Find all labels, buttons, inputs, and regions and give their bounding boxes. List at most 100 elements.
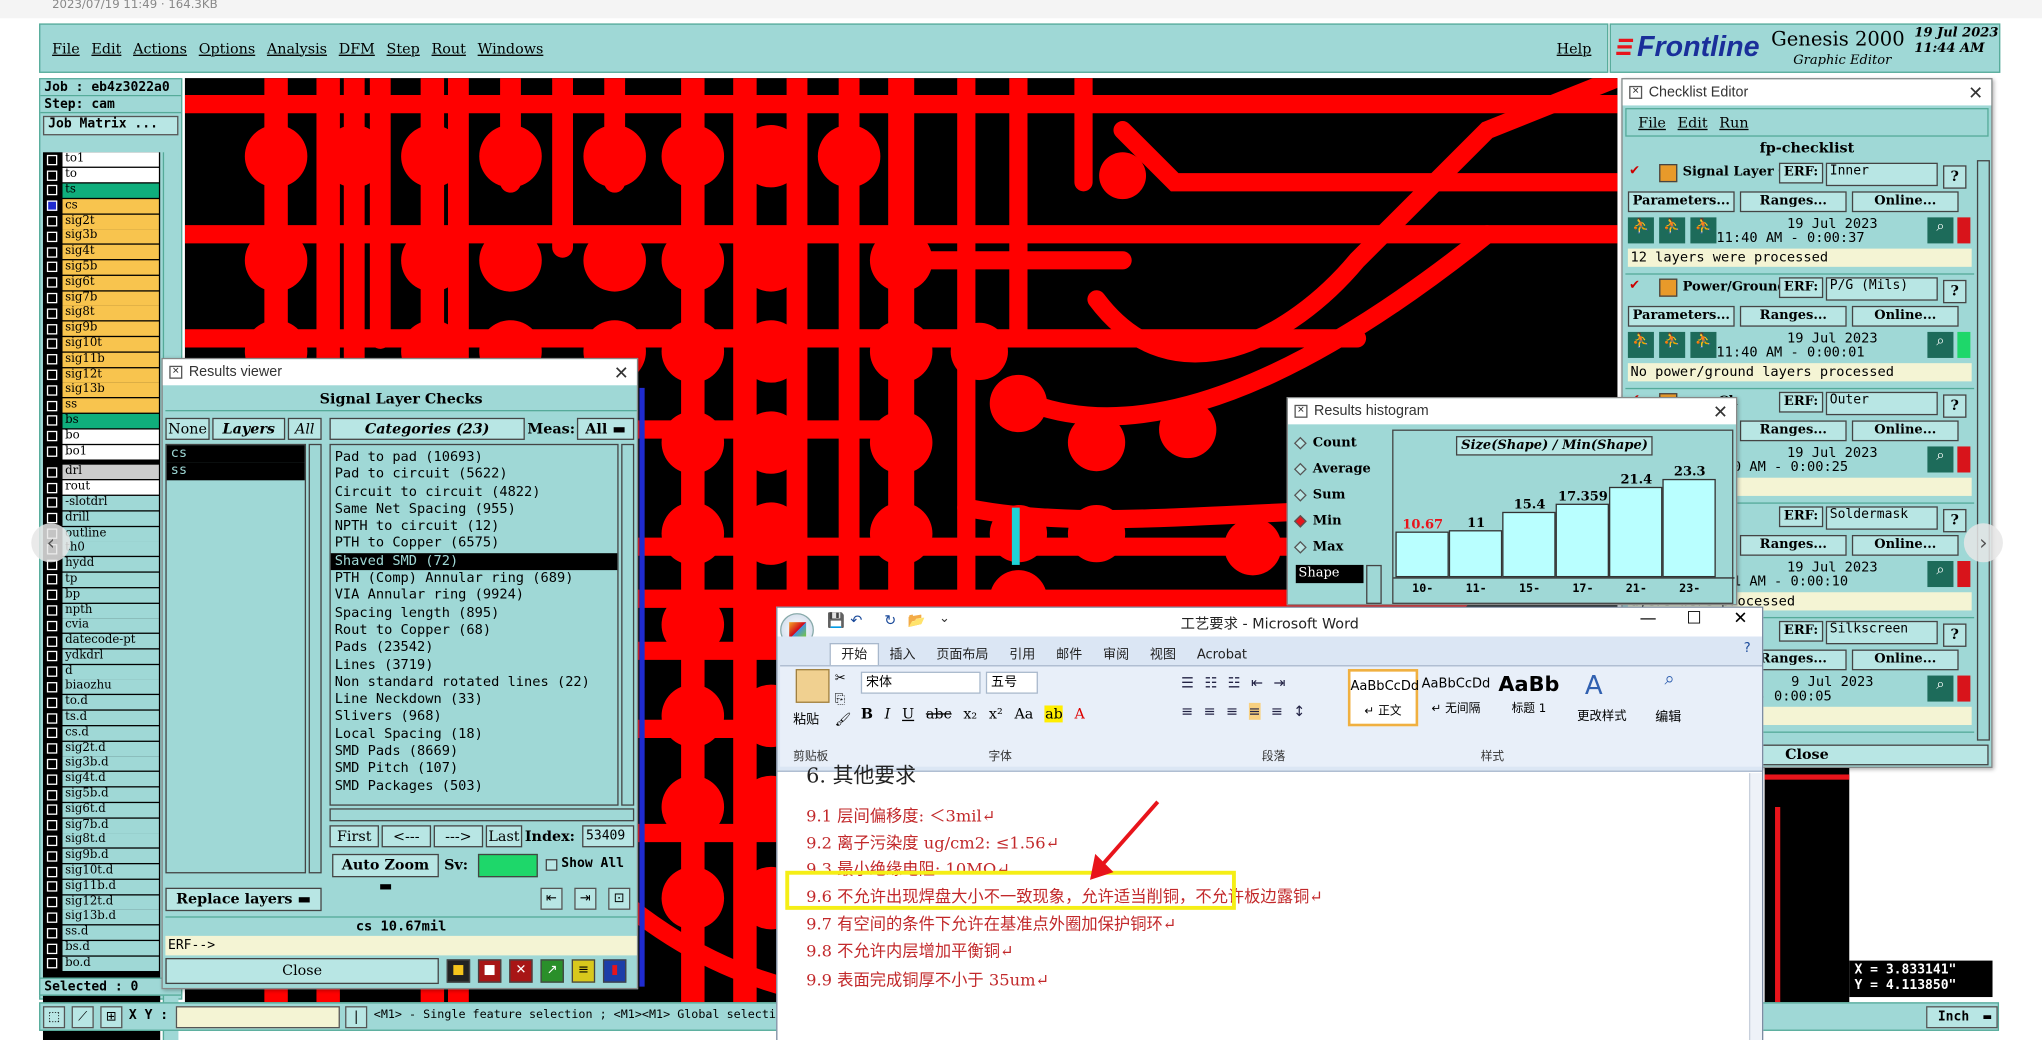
layer-row[interactable]: ts xyxy=(43,183,160,198)
paste-label[interactable]: 粘贴 xyxy=(793,708,819,727)
category-item[interactable]: SMD Pads (8669) xyxy=(331,743,618,760)
copy-icon[interactable]: ⎘ xyxy=(835,692,845,706)
layer-row[interactable]: to xyxy=(43,168,160,183)
word-titlebar[interactable]: 💾 ↶ ↻ 📂 ⌄ 工艺要求 - Microsoft Word — ☐ ✕ xyxy=(777,607,1763,647)
run-icon[interactable]: ⛹ xyxy=(1627,217,1654,244)
menu-options[interactable]: Options xyxy=(199,40,255,57)
grid-tool-icon[interactable]: ⊞ xyxy=(100,1006,123,1029)
distribute-icon[interactable]: ≡ xyxy=(1271,703,1283,720)
radio-diamond-icon[interactable] xyxy=(1293,488,1307,502)
layer-list-scrollbar[interactable] xyxy=(308,443,322,874)
histogram-bar[interactable] xyxy=(1448,530,1503,578)
xy-input[interactable] xyxy=(175,1006,340,1029)
stop-run-icon[interactable]: ⛹ xyxy=(1690,217,1717,244)
layer-row[interactable]: sig6t.d xyxy=(43,802,160,818)
category-item[interactable]: Spacing length (895) xyxy=(331,605,618,622)
radio-diamond-icon[interactable] xyxy=(1293,540,1307,554)
menu-dfm[interactable]: DFM xyxy=(339,40,375,57)
erf-value[interactable]: Silkscreen xyxy=(1825,620,1938,645)
zoom-icon[interactable]: ⌕ xyxy=(1927,561,1954,588)
report-icon[interactable]: ≡ xyxy=(571,959,596,983)
superscript-icon[interactable]: x² xyxy=(989,705,1003,722)
layer-row[interactable]: sig11b xyxy=(43,352,160,367)
decrease-indent-icon[interactable]: ⇤ xyxy=(1251,674,1263,691)
histogram-bar[interactable] xyxy=(1555,503,1609,578)
help-icon[interactable]: ? xyxy=(1943,279,1967,304)
layer-checkbox[interactable] xyxy=(46,292,58,304)
style-normal[interactable]: AaBbCcDd ↵ 正文 xyxy=(1347,669,1419,727)
next-button[interactable]: ---> xyxy=(433,825,484,848)
layer-checkbox[interactable] xyxy=(46,758,58,770)
format-painter-icon[interactable]: 🖌 xyxy=(835,713,852,727)
ribbon-tab[interactable]: 引用 xyxy=(999,644,1046,666)
layer-checkbox[interactable] xyxy=(46,185,58,196)
cross-icon[interactable]: ✕ xyxy=(509,959,533,983)
layer-row[interactable]: ss xyxy=(43,398,160,413)
first-button[interactable]: First xyxy=(329,825,379,848)
menu-rout[interactable]: Rout xyxy=(432,40,466,57)
layer-checkbox[interactable] xyxy=(46,881,58,893)
align-right-icon[interactable]: ≡ xyxy=(1226,703,1238,720)
units-select[interactable]: Inch ▬ xyxy=(1926,1006,1998,1029)
erf-value[interactable]: Inner xyxy=(1825,162,1938,187)
first-result-icon[interactable]: ⇤ xyxy=(540,887,563,910)
menu-windows[interactable]: Windows xyxy=(478,40,544,57)
layer-checkbox[interactable] xyxy=(46,200,58,212)
layer-checkbox[interactable] xyxy=(46,497,58,509)
close-icon[interactable]: ✕ xyxy=(1968,79,1983,105)
line-spacing-icon[interactable]: ↕ xyxy=(1293,703,1305,720)
layer-row[interactable]: bs xyxy=(43,413,160,429)
layer-row[interactable]: bs.d xyxy=(43,941,160,956)
ranges-button[interactable]: Ranges... xyxy=(1739,534,1847,556)
erf-value[interactable]: Soldermask xyxy=(1825,506,1938,530)
change-case-icon[interactable]: Aa xyxy=(1014,705,1033,722)
minimize-icon[interactable]: — xyxy=(1640,609,1657,629)
layer-row[interactable]: bo.d xyxy=(43,956,160,971)
previous-image-icon[interactable]: ‹ xyxy=(31,523,71,563)
histogram-bar[interactable] xyxy=(1395,531,1449,578)
export-icon[interactable]: ↗ xyxy=(540,959,564,983)
auto-zoom-select[interactable]: Auto Zoom ▬ xyxy=(332,853,439,894)
category-item[interactable]: PTH to Copper (6575) xyxy=(331,536,618,553)
layer-row[interactable]: npth xyxy=(43,603,160,618)
zoom-icon[interactable]: ⌕ xyxy=(1927,446,1954,473)
help-icon[interactable]: ? xyxy=(1943,394,1967,418)
layer-row[interactable]: ss.d xyxy=(43,925,160,941)
category-item[interactable]: SMD Packages (503) xyxy=(331,778,618,795)
layer-row[interactable]: sig5b.d xyxy=(43,787,160,802)
category-item[interactable]: Same Net Spacing (955) xyxy=(331,501,618,518)
layer-checkbox[interactable] xyxy=(46,651,58,662)
layer-checkbox[interactable] xyxy=(46,697,58,708)
underline-icon[interactable]: U xyxy=(902,705,914,722)
online-button[interactable]: Online... xyxy=(1851,649,1959,671)
layer-row[interactable]: sig2t.d xyxy=(43,741,160,756)
histogram-scrollbar[interactable] xyxy=(1366,564,1382,604)
font-color-icon[interactable]: A xyxy=(1075,705,1085,722)
category-item[interactable]: Circuit to circuit (4822) xyxy=(331,484,618,501)
menu-step[interactable]: Step xyxy=(387,40,420,57)
menu-analysis[interactable]: Analysis xyxy=(267,40,327,57)
layer-checkbox[interactable] xyxy=(46,927,58,939)
layer-row[interactable]: tp xyxy=(43,572,160,587)
job-matrix-button[interactable]: Job Matrix ... xyxy=(42,115,179,136)
help-icon[interactable]: ? xyxy=(1943,508,1967,533)
last-button[interactable]: Last xyxy=(485,825,523,848)
layer-row[interactable]: sig7b.d xyxy=(43,818,160,833)
category-item[interactable]: Lines (3719) xyxy=(331,657,618,674)
layer-checkbox[interactable] xyxy=(46,513,58,524)
layer-row[interactable]: bp xyxy=(43,587,160,603)
checklist-scrollbar[interactable] xyxy=(1976,160,1990,741)
layer-row[interactable]: sig12t.d xyxy=(43,895,160,910)
layer-checkbox[interactable] xyxy=(46,154,58,166)
layers-button[interactable]: Layers xyxy=(212,417,286,440)
category-item[interactable]: VIA Annular ring (9924) xyxy=(331,588,618,605)
zoom-icon[interactable]: ⌕ xyxy=(1927,675,1954,702)
layer-checkbox[interactable] xyxy=(46,589,58,601)
category-hscrollbar[interactable] xyxy=(329,808,635,822)
stop-icon[interactable]: ■ xyxy=(477,959,502,983)
checklist-menu-run[interactable]: Run xyxy=(1719,114,1748,131)
light-icon[interactable]: ■ xyxy=(446,959,471,983)
align-center-icon[interactable]: ≡ xyxy=(1204,703,1216,720)
layer-checkbox[interactable] xyxy=(46,482,58,493)
menu-file[interactable]: File xyxy=(52,40,80,57)
